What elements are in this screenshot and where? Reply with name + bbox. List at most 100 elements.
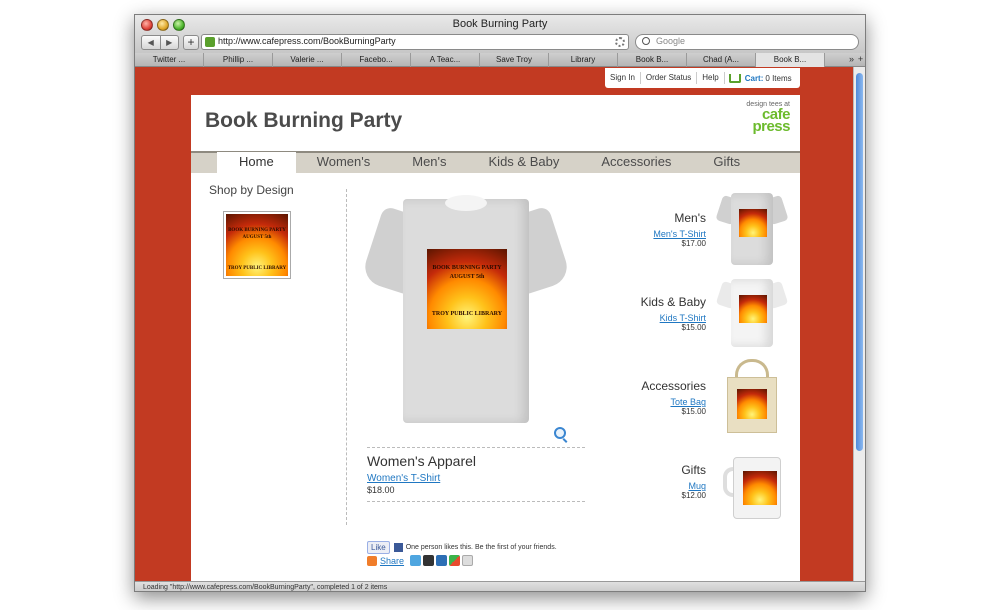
history-buttons: ◀ ▶ [141,35,179,50]
womens-tshirt-image[interactable]: BOOK BURNING PARTY AUGUST 5th TROY PUBLI… [360,191,572,423]
email-icon[interactable] [462,555,474,566]
design-line3: TROY PUBLIC LIBRARY [227,266,287,271]
design-line1: BOOK BURNING PARTY [228,228,286,233]
mens-tshirt-price: $17.00 [681,239,706,248]
cart-label: Cart: [744,73,764,83]
scrollbar-thumb[interactable] [856,73,863,451]
kids-tshirt-image[interactable] [715,275,789,351]
store-page: Book Burning Party design tees at cafe p… [191,95,800,581]
nav-womens[interactable]: Women's [296,152,392,174]
tab-phillip[interactable]: Phillip ... [204,53,273,67]
kids-tshirt-link[interactable]: Kids T-Shirt [641,313,706,323]
search-field[interactable]: Google [635,34,859,50]
design-thumbnail-image: BOOK BURNING PARTY AUGUST 5th TROY PUBLI… [226,214,288,276]
category-title-gifts: Gifts [681,463,706,477]
forward-button[interactable]: ▶ [161,36,179,49]
category-title-mens: Men's [674,211,706,225]
nav-mens[interactable]: Men's [391,152,467,174]
sidebar-divider [346,189,347,525]
tab-book-burning-active[interactable]: Book B... [756,53,825,67]
shirt-print-line1: BOOK BURNING PARTY [432,265,502,271]
kids-tshirt-price: $15.00 [681,323,706,332]
apparel-divider-bottom [367,501,585,502]
shirt-print: BOOK BURNING PARTY AUGUST 5th TROY PUBLI… [427,249,507,329]
twitter-icon[interactable] [410,555,422,566]
cart-count: 0 Items [765,73,792,83]
category-title-kids-baby: Kids & Baby [640,295,706,309]
category-nav: Home Women's Men's Kids & Baby Accessori… [191,151,800,174]
design-thumbnail[interactable]: BOOK BURNING PARTY AUGUST 5th TROY PUBLI… [223,211,291,279]
tab-facebook[interactable]: Facebo... [342,53,411,67]
order-status-link[interactable]: Order Status [641,72,698,84]
sign-in-link[interactable]: Sign In [605,72,641,84]
nav-kids-baby[interactable]: Kids & Baby [468,152,581,174]
page-title: Book Burning Party [205,109,403,132]
mens-tshirt-link[interactable]: Men's T-Shirt [653,229,706,239]
nav-home[interactable]: Home [217,152,296,174]
mens-tshirt-image[interactable] [715,191,789,267]
category-kids-baby: Kids & Baby Kids T-Shirt $15.00 [641,295,706,332]
url-text[interactable]: http://www.cafepress.com/BookBurningPart… [218,36,396,46]
myspace-icon[interactable] [423,555,435,566]
vertical-scrollbar[interactable] [853,67,865,581]
mug-image[interactable] [719,447,785,523]
category-mens: Men's Men's T-Shirt $17.00 [653,211,706,248]
cart-link[interactable]: Cart: 0 Items [725,73,796,83]
category-gifts: Gifts Mug $12.00 [681,463,706,500]
tab-overflow-icon[interactable]: » [847,53,856,67]
share-row: Share [367,555,475,566]
womens-apparel-title: Women's Apparel [367,453,477,469]
tote-bag-link[interactable]: Tote Bag [641,397,706,407]
category-accessories: Accessories Tote Bag $15.00 [641,379,706,416]
shop-by-design-heading: Shop by Design [209,183,294,197]
google-icon[interactable] [449,555,461,566]
facebook-like-button[interactable]: Like [367,541,390,554]
womens-tshirt-link[interactable]: Women's T-Shirt [367,473,440,484]
tote-print [737,389,767,419]
facebook-like-row: Like One person likes this. Be the first… [367,541,557,554]
window-title: Book Burning Party [452,18,548,30]
help-link[interactable]: Help [697,72,725,84]
apparel-divider-top [367,447,585,448]
add-bookmark-button[interactable]: + [183,35,199,50]
like-count-text: One person likes this. Be the first of y… [405,544,557,551]
womens-tshirt-price: $18.00 [367,485,395,495]
logo-line-press: press [752,118,790,135]
tab-bar: Twitter ... Phillip ... Valerie ... Face… [135,53,865,67]
status-bar: Loading "http://www.cafepress.com/BookBu… [135,581,865,591]
facebook-icon [393,543,403,552]
search-placeholder[interactable]: Google [656,36,685,46]
tab-chad[interactable]: Chad (A... [687,53,756,67]
tab-controls: » + [847,53,865,67]
loading-spinner-icon [615,37,625,47]
cafepress-logo[interactable]: cafe press [752,107,790,135]
browser-window: Book Burning Party ◀ ▶ + http://www.cafe… [134,14,866,592]
search-icon [642,37,650,45]
account-bar: Sign In Order Status Help Cart: 0 Items [605,68,800,88]
mug-price: $12.00 [681,491,706,500]
mug-link[interactable]: Mug [681,481,706,491]
tab-save-troy[interactable]: Save Troy [480,53,549,67]
mens-shirt-print [739,209,767,237]
shirt-print-line2: AUGUST 5th [449,274,485,280]
address-bar[interactable]: http://www.cafepress.com/BookBurningPart… [201,34,629,50]
share-link[interactable]: Share [380,556,404,566]
kaboodle-icon[interactable] [436,555,448,566]
shirt-print-line3: TROY PUBLIC LIBRARY [431,311,503,317]
nav-accessories[interactable]: Accessories [580,152,692,174]
share-icon [367,555,377,566]
category-title-accessories: Accessories [641,379,706,393]
tab-a-teacher[interactable]: A Teac... [411,53,480,67]
shirt-print-flames: BOOK BURNING PARTY AUGUST 5th TROY PUBLI… [427,249,507,329]
tab-valerie[interactable]: Valerie ... [273,53,342,67]
tab-book-burning-1[interactable]: Book B... [618,53,687,67]
tab-twitter[interactable]: Twitter ... [135,53,204,67]
back-button[interactable]: ◀ [142,36,161,49]
new-tab-icon[interactable]: + [856,53,865,67]
shirt-collar [445,195,487,211]
nav-gifts[interactable]: Gifts [692,152,761,174]
zoom-icon[interactable] [554,427,566,439]
tote-bag-price: $15.00 [681,407,706,416]
tab-library[interactable]: Library [549,53,618,67]
tote-bag-image[interactable] [719,359,785,435]
